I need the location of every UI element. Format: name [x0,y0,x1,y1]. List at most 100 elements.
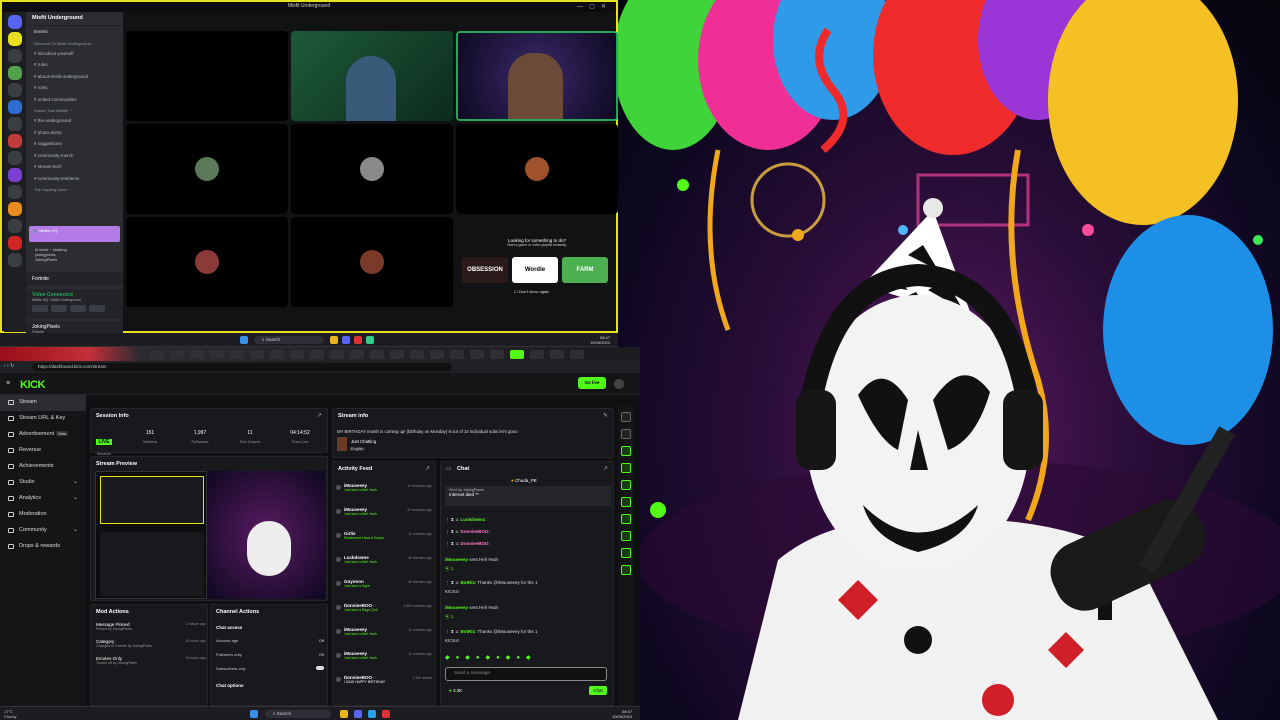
nav-item-stream[interactable]: Stream [0,395,86,411]
video-tile[interactable] [126,124,288,214]
menu-icon[interactable]: ≡ [6,380,10,387]
browser-tab[interactable] [230,350,244,359]
weather-widget[interactable]: 17°C Cloudy [4,709,16,719]
server-icon[interactable] [8,219,22,233]
events-link[interactable]: Events [26,26,123,38]
kicks-balance[interactable]: ● 3.3K [449,688,462,693]
app-icon[interactable] [382,710,390,718]
browser-tab-active[interactable] [510,350,524,359]
chat-send-button[interactable]: Chat [589,686,607,695]
browser-tab[interactable] [270,350,284,359]
channel-item[interactable]: # the-underground [26,115,123,127]
server-icon[interactable] [8,168,22,182]
quick-action-icon[interactable] [621,463,631,473]
server-name[interactable]: Misfit Underground [26,12,123,26]
app-icon[interactable] [354,336,362,344]
windows-start-icon[interactable] [250,710,258,718]
nav-item-revenue[interactable]: Revenue [0,443,86,459]
url-field[interactable]: https://dashboard.kick.com/stream [32,363,452,371]
taskbar-search[interactable]: ⌕ Search [265,710,331,718]
browser-tab[interactable] [530,350,544,359]
go-live-button[interactable]: Go live [578,377,606,389]
channel-item[interactable]: # suggestions [26,138,123,150]
home-icon[interactable] [8,15,22,29]
channel-item[interactable]: # introduce-yourself [26,48,123,60]
browser-tab[interactable] [390,350,404,359]
taskbar-clock[interactable]: 08:47 10/06/2024 [612,709,632,719]
dont-show-checkbox[interactable]: ☐ Don't show again [514,289,549,294]
browser-tab[interactable] [570,350,584,359]
browser-icon[interactable] [368,710,376,718]
server-icon[interactable] [8,66,22,80]
server-icon[interactable] [8,100,22,114]
game-card[interactable]: Wordle [512,257,558,283]
browser-tab[interactable] [150,350,164,359]
channel-item[interactable]: # community-emblems [26,173,123,185]
browser-tab[interactable] [350,350,364,359]
server-icon[interactable] [8,117,22,131]
browser-tab[interactable] [490,350,504,359]
edit-icon[interactable]: ✎ [603,412,608,419]
window-controls[interactable]: —▢✕ [577,3,612,10]
nav-item-studio[interactable]: Studio ⌄ [0,475,86,491]
browser-tab[interactable] [410,350,424,359]
video-tile[interactable] [456,124,618,214]
screenshare-icon[interactable] [51,305,67,312]
quick-action-icon[interactable] [621,531,631,541]
category-label[interactable]: Voices That Matter! ~ [26,105,123,115]
app-icon[interactable] [366,336,374,344]
browser-tab[interactable] [470,350,484,359]
video-tile[interactable] [291,31,453,121]
nav-item-analytics[interactable]: Analytics ⌄ [0,491,86,507]
discord-icon[interactable] [342,336,350,344]
setting-row[interactable]: Subscribers only [216,666,324,671]
quick-action-icon[interactable] [621,446,631,456]
nav-item-achievements[interactable]: Achievements [0,459,86,475]
video-tile[interactable] [126,217,288,307]
video-tile[interactable] [291,217,453,307]
setting-row[interactable]: Followers only Off [216,652,324,657]
server-icon[interactable] [8,134,22,148]
nav-item-drops-rewards[interactable]: Drops & rewards [0,539,86,555]
server-icon[interactable] [8,253,22,267]
browser-tab[interactable] [330,350,344,359]
game-card[interactable]: FARM [562,257,608,283]
settings-icon[interactable] [621,412,631,422]
discord-icon[interactable] [354,710,362,718]
quick-action-icon[interactable] [621,497,631,507]
nav-item-advertisement[interactable]: Advertisement Beta [0,427,86,443]
channel-item[interactable]: # rules [26,59,123,71]
setting-row[interactable]: Account age Off [216,638,324,643]
toggle-switch[interactable] [316,666,324,670]
taskbar-search[interactable]: ⌕ Search [254,336,324,344]
channel-item[interactable]: # united communities [26,94,123,106]
browser-tab[interactable] [430,350,444,359]
voice-channel[interactable]: 🔊 Misfits HQ [29,226,120,242]
emote-bar[interactable]: ◆●◆●◆●◆●◆ [445,654,611,664]
server-icon[interactable] [8,151,22,165]
server-icon[interactable] [8,83,22,97]
voice-user[interactable]: JokingPixels [35,257,114,262]
soundboard-icon[interactable] [89,305,105,312]
nav-item-stream-url-key[interactable]: Stream URL & Key [0,411,86,427]
browser-tab[interactable] [210,350,224,359]
channel-item[interactable]: # about-misfit-underground [26,71,123,83]
profile-avatar[interactable] [614,379,624,389]
browser-tab[interactable] [250,350,264,359]
server-icon[interactable] [8,202,22,216]
browser-tab[interactable] [310,350,324,359]
server-icon[interactable] [8,185,22,199]
taskbar-clock[interactable]: 08:47 10/06/2024 [590,335,610,345]
popout-icon[interactable]: ↗ [603,465,608,472]
browser-tab[interactable] [450,350,464,359]
channel-item[interactable]: # stream-tech [26,161,123,173]
popout-icon[interactable]: ↗ [425,465,430,472]
chat-username[interactable]: DonnieeBOO [460,529,488,534]
chat-username[interactable]: BotRix [460,629,475,634]
channel-item[interactable]: # roles [26,82,123,94]
edit-icon[interactable] [621,429,631,439]
chat-username[interactable]: iMouseeey [445,605,468,610]
explorer-icon[interactable] [340,710,348,718]
browser-tab[interactable] [370,350,384,359]
nav-arrows-icon[interactable]: ‹ › ↻ [4,363,14,369]
